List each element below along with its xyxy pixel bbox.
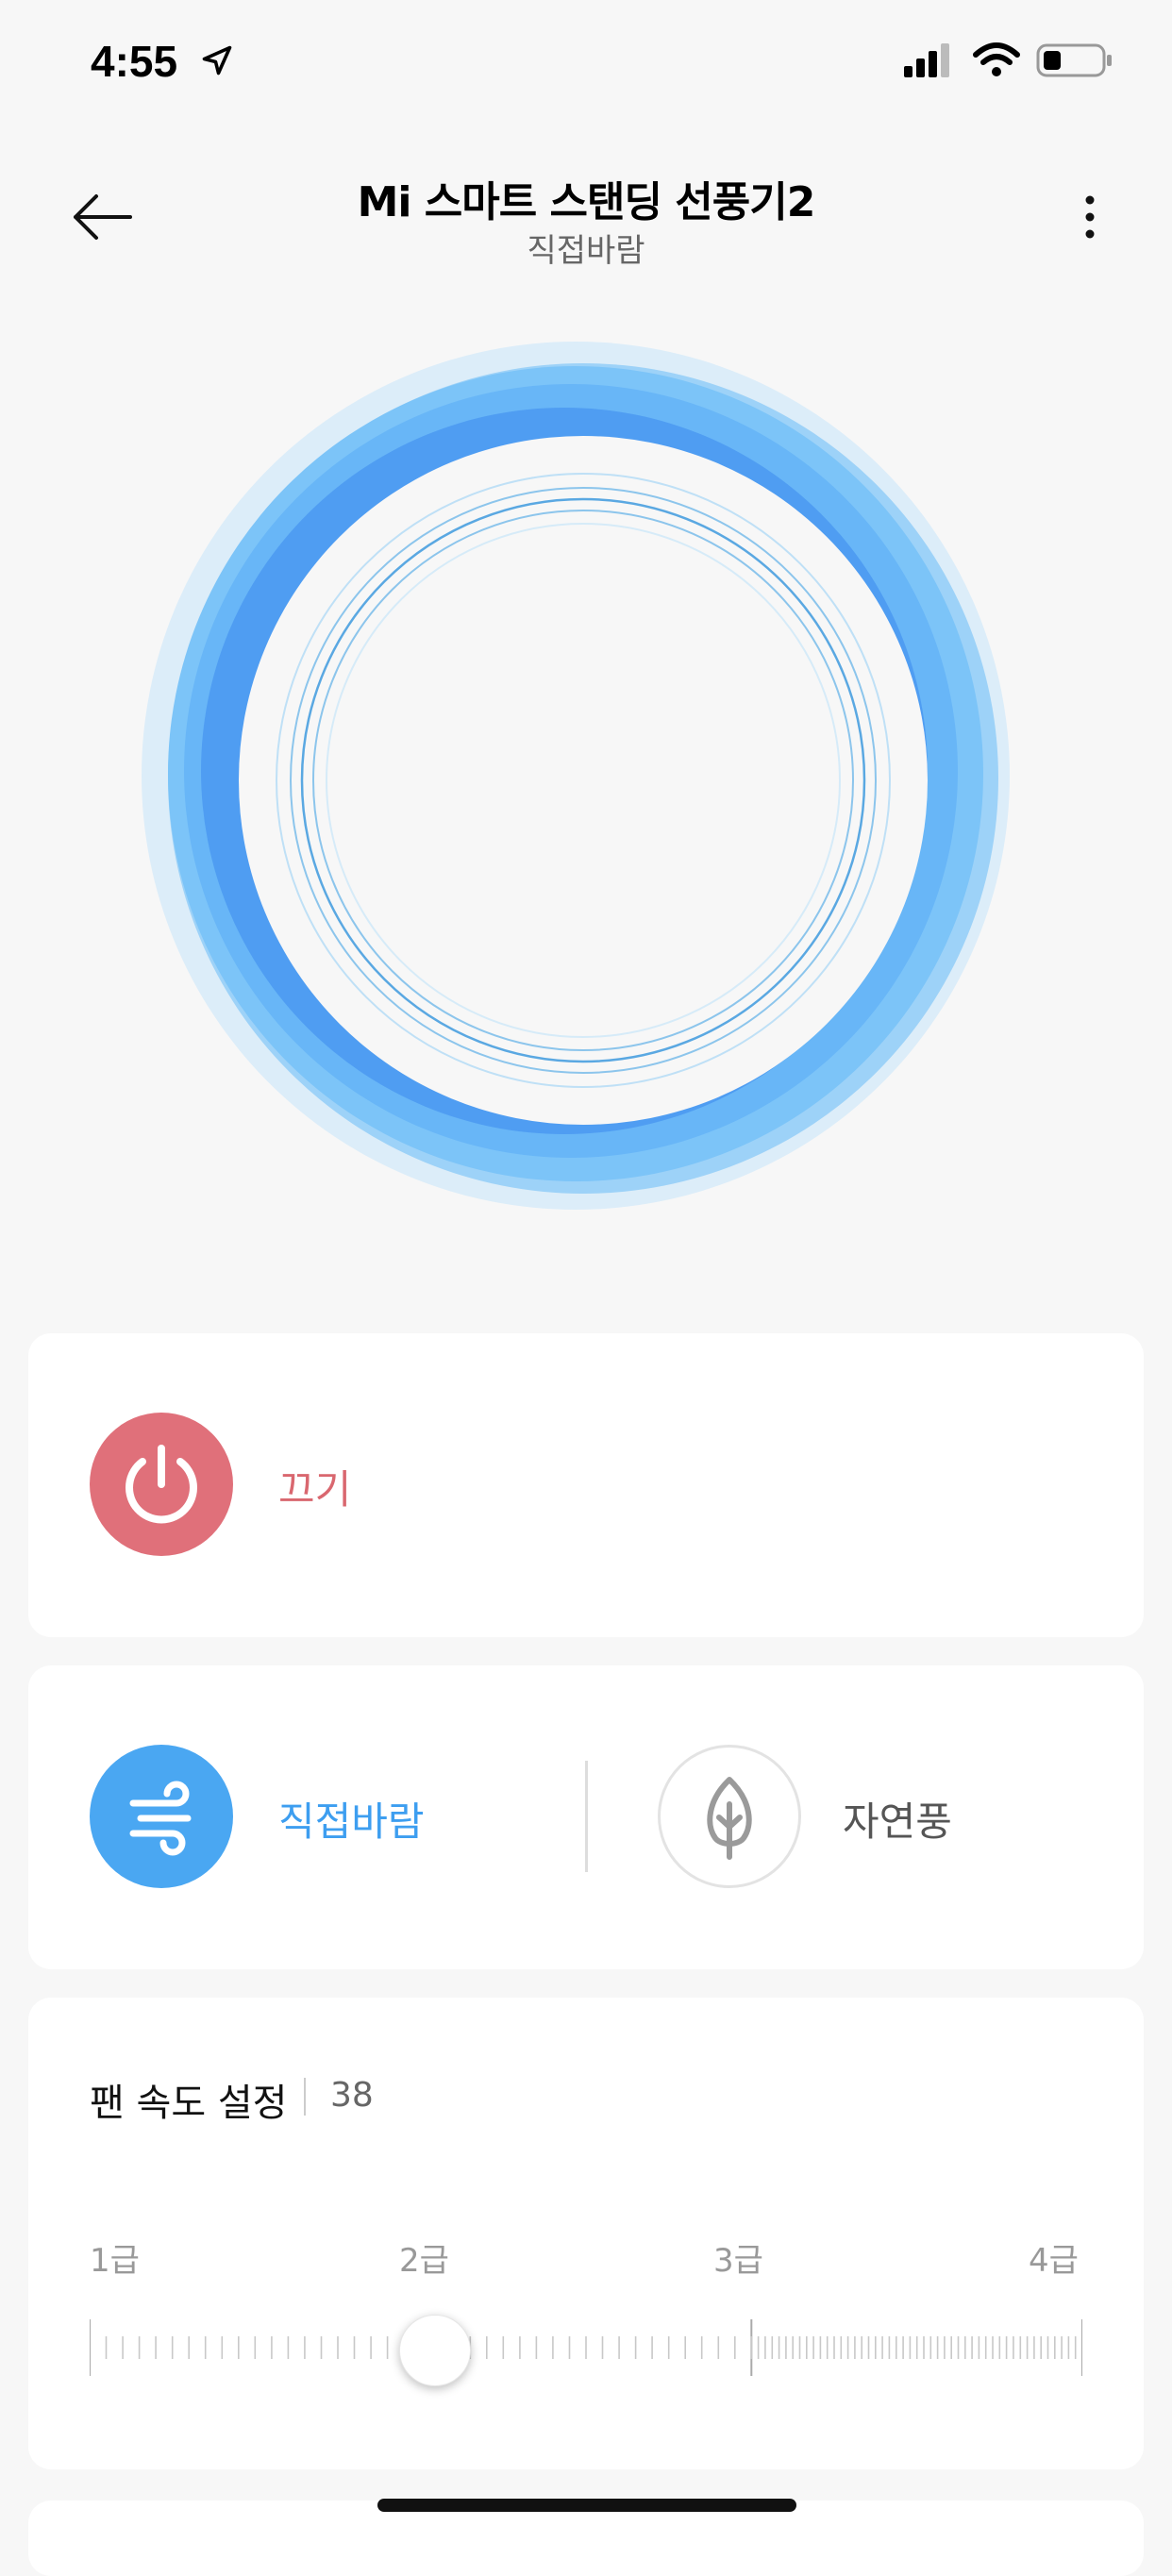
- home-indicator: [377, 2499, 796, 2512]
- power-icon: [126, 1445, 197, 1524]
- speed-separator: [304, 2078, 306, 2116]
- battery-icon: [1036, 43, 1112, 77]
- speed-slider-track[interactable]: [90, 2310, 1082, 2385]
- page-subtitle: 직접바람: [527, 232, 645, 270]
- wind-icon: [129, 1781, 192, 1856]
- cellular-signal-icon: [904, 43, 949, 77]
- status-time: 4:55: [91, 37, 178, 86]
- direct-wind-label[interactable]: 직접바람: [278, 1790, 425, 1848]
- natural-wind-label[interactable]: 자연풍: [843, 1790, 952, 1848]
- speed-value: 38: [330, 2076, 374, 2115]
- power-button[interactable]: [90, 1413, 233, 1556]
- direct-wind-button[interactable]: [90, 1745, 233, 1888]
- speed-slider-thumb[interactable]: [398, 2315, 471, 2386]
- speed-level-3: 3급: [713, 2242, 763, 2280]
- speed-level-2: 2급: [399, 2242, 449, 2280]
- speed-level-4: 4급: [1029, 2242, 1079, 2280]
- power-label[interactable]: 끄기: [278, 1458, 351, 1515]
- more-options-icon[interactable]: [1076, 189, 1104, 245]
- bottom-card: [28, 2501, 1144, 2576]
- natural-wind-button[interactable]: [658, 1745, 801, 1888]
- speed-title: 팬 속도 설정: [90, 2082, 288, 2125]
- speed-level-1: 1급: [90, 2242, 140, 2280]
- mode-divider: [585, 1761, 588, 1872]
- location-arrow-icon: [202, 45, 232, 75]
- fan-animation-ring: [142, 342, 1010, 1210]
- leaf-icon: [707, 1777, 752, 1860]
- speed-card: [28, 1998, 1144, 2469]
- page-title: Mi 스마트 스탠딩 선풍기2: [357, 178, 816, 226]
- wifi-icon: [973, 42, 1020, 76]
